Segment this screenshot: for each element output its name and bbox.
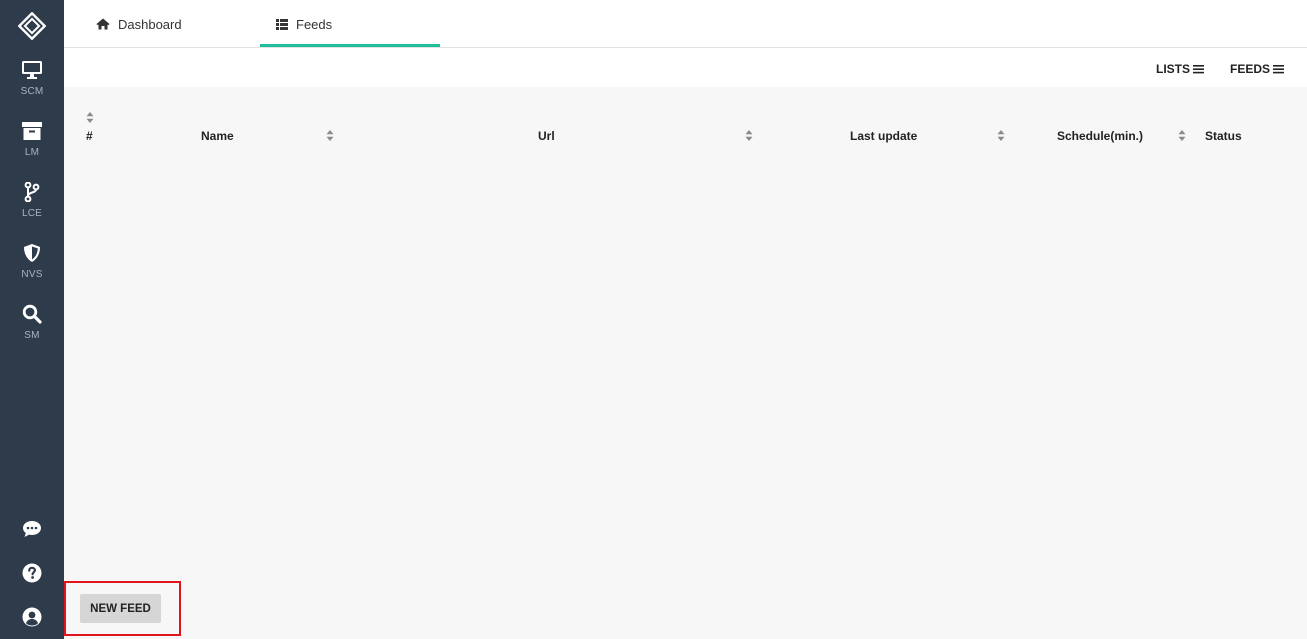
sidebar-item-scm[interactable]: SCM (0, 60, 64, 97)
column-header-last-update[interactable]: Last update (850, 129, 917, 143)
help-icon[interactable] (22, 563, 42, 583)
sidebar-item-label: SM (24, 330, 40, 341)
column-header-number[interactable]: # (86, 129, 93, 143)
user-icon[interactable] (22, 607, 42, 627)
active-tab-indicator (260, 44, 440, 47)
sidebar-item-lm[interactable]: LM (0, 122, 64, 158)
shield-icon (24, 244, 40, 262)
sidebar-item-label: SCM (20, 86, 44, 97)
tab-label: Feeds (296, 16, 333, 32)
archive-icon (22, 122, 42, 140)
sidebar: SCM LM LCE NVS SM (0, 0, 64, 639)
sort-icon[interactable] (326, 130, 334, 141)
tab-dashboard[interactable]: Dashboard (96, 0, 182, 48)
sub-toolbar: LISTS FEEDS (64, 49, 1307, 87)
top-tab-bar: Dashboard Feeds (64, 0, 1307, 48)
sidebar-item-nvs[interactable]: NVS (0, 243, 64, 280)
lists-menu-button[interactable]: LISTS (1156, 62, 1205, 76)
search-icon (22, 304, 42, 324)
hamburger-icon (1273, 65, 1285, 74)
chat-icon[interactable] (22, 519, 42, 539)
app-logo-icon[interactable] (18, 12, 46, 40)
list-icon (276, 18, 288, 30)
code-branch-icon (24, 182, 40, 202)
feeds-table: # Name Url Last update Schedule(min.) St… (64, 87, 1307, 639)
sort-icon[interactable] (997, 130, 1005, 141)
feeds-menu-button[interactable]: FEEDS (1230, 62, 1285, 76)
column-header-status[interactable]: Status (1205, 129, 1242, 143)
new-feed-button[interactable]: NEW FEED (80, 594, 161, 623)
tab-feeds[interactable]: Feeds (260, 0, 440, 48)
tab-label: Dashboard (118, 16, 182, 32)
column-header-schedule[interactable]: Schedule(min.) (1057, 129, 1143, 143)
hamburger-icon (1193, 65, 1205, 74)
sidebar-item-label: LM (24, 147, 40, 158)
sidebar-item-label: LCE (21, 208, 43, 219)
home-icon (96, 18, 110, 30)
sort-icon[interactable] (86, 112, 94, 123)
column-header-url[interactable]: Url (538, 129, 555, 143)
feeds-menu-label: FEEDS (1230, 62, 1271, 76)
monitor-icon (22, 61, 42, 79)
lists-menu-label: LISTS (1156, 62, 1191, 76)
sort-icon[interactable] (1178, 130, 1186, 141)
sidebar-item-label: NVS (21, 269, 43, 280)
sidebar-item-sm[interactable]: SM (0, 304, 64, 341)
sort-icon[interactable] (745, 130, 753, 141)
sidebar-item-lce[interactable]: LCE (0, 182, 64, 219)
column-header-name[interactable]: Name (201, 129, 234, 143)
